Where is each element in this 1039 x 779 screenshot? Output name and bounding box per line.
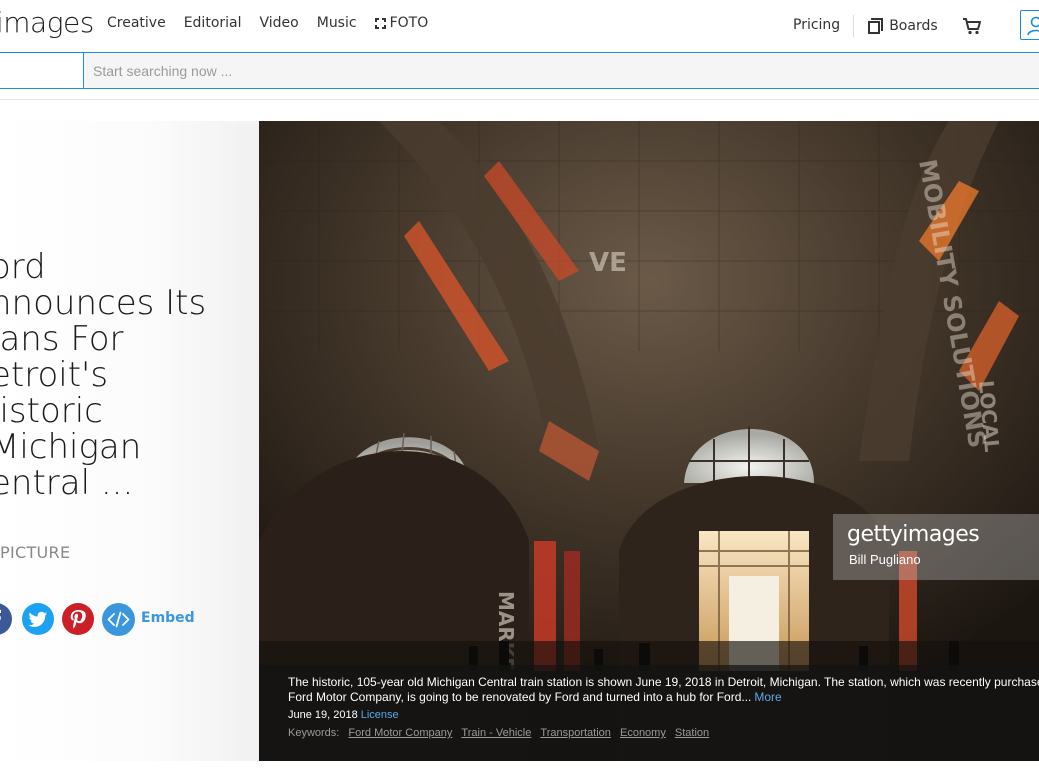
nav-foto[interactable]: FOTO bbox=[374, 15, 429, 31]
embed-icon bbox=[107, 611, 130, 628]
getty-watermark: gettyimages Bill Pugliano bbox=[833, 514, 1039, 580]
svg-text:VE: VE bbox=[589, 248, 627, 278]
user-icon bbox=[1027, 16, 1039, 36]
watermark-brand: gettyimages bbox=[847, 522, 980, 547]
nav-creative[interactable]: Creative bbox=[107, 15, 166, 31]
title-line: etroit's bbox=[0, 355, 109, 395]
keyword-link[interactable]: Ford Motor Company bbox=[348, 727, 452, 739]
content-type-label: PICTURE bbox=[0, 543, 71, 562]
search-input[interactable] bbox=[84, 53, 1039, 88]
logo[interactable]: images bbox=[0, 6, 94, 39]
caption-text-cont: Ford Motor Company, is going to be renov… bbox=[288, 690, 1039, 705]
title-line: nnounces Its bbox=[0, 283, 207, 323]
nav-music[interactable]: Music bbox=[317, 15, 357, 31]
cart-icon[interactable] bbox=[962, 17, 982, 35]
nav-right: Pricing Boards bbox=[793, 15, 982, 37]
user-account-button[interactable] bbox=[1020, 10, 1039, 40]
keyword-link[interactable]: Economy bbox=[620, 727, 666, 739]
photo-caption: The historic, 105-year old Michigan Cent… bbox=[259, 665, 1039, 761]
photo-date: June 19, 2018 bbox=[288, 709, 358, 721]
header-divider bbox=[0, 99, 1039, 100]
embed-link[interactable]: Embed bbox=[141, 610, 195, 626]
nav-video[interactable]: Video bbox=[260, 15, 299, 31]
keyword-link[interactable]: Station bbox=[675, 727, 709, 739]
pinterest-icon bbox=[70, 610, 86, 629]
nav-foto-label: FOTO bbox=[389, 15, 429, 31]
boards-label: Boards bbox=[889, 18, 938, 34]
boards-link[interactable]: Boards bbox=[868, 18, 938, 34]
facebook-share-button[interactable] bbox=[0, 603, 12, 635]
title-line: Michigan bbox=[0, 427, 142, 467]
pinterest-share-button[interactable] bbox=[62, 603, 94, 635]
article-panel: ord nnounces Its lans For etroit's listo… bbox=[0, 121, 259, 761]
keywords: Keywords: Ford Motor Company Train - Veh… bbox=[288, 727, 1039, 739]
caption-text: The historic, 105-year old Michigan Cent… bbox=[288, 675, 1039, 689]
top-nav: images Creative Editorial Video Music FO… bbox=[0, 0, 1039, 52]
article-title: ord nnounces Its lans For etroit's listo… bbox=[0, 249, 240, 501]
keywords-label: Keywords: bbox=[288, 727, 340, 739]
title-line: entral ... bbox=[0, 463, 134, 503]
search-bar bbox=[0, 52, 1039, 89]
search-type-selector[interactable] bbox=[0, 53, 84, 88]
embed-button[interactable] bbox=[102, 603, 135, 636]
caption-meta: June 19, 2018 License bbox=[288, 709, 1039, 721]
title-line: lans For bbox=[0, 319, 124, 359]
license-link[interactable]: License bbox=[361, 709, 399, 721]
more-link[interactable]: More bbox=[754, 690, 781, 704]
foto-frame-icon bbox=[374, 17, 386, 29]
keyword-link[interactable]: Train - Vehicle bbox=[461, 727, 531, 739]
twitter-share-button[interactable] bbox=[22, 603, 54, 635]
twitter-icon bbox=[28, 611, 47, 627]
editorial-photo[interactable]: VE MOBILITY SOLUTIONS LOCAL MARKE gettyi… bbox=[259, 121, 1039, 761]
nav-links: Creative Editorial Video Music FOTO bbox=[107, 15, 428, 31]
photographer-credit: Bill Pugliano bbox=[849, 552, 921, 567]
facebook-icon bbox=[0, 609, 1, 620]
keyword-link[interactable]: Transportation bbox=[540, 727, 611, 739]
boards-icon bbox=[868, 18, 884, 34]
title-line: ord bbox=[0, 247, 46, 287]
caption-text-line2: Ford Motor Company, is going to be renov… bbox=[288, 690, 752, 704]
pricing-link[interactable]: Pricing bbox=[793, 15, 855, 37]
nav-editorial[interactable]: Editorial bbox=[184, 15, 242, 31]
title-line: listoric bbox=[0, 391, 103, 431]
